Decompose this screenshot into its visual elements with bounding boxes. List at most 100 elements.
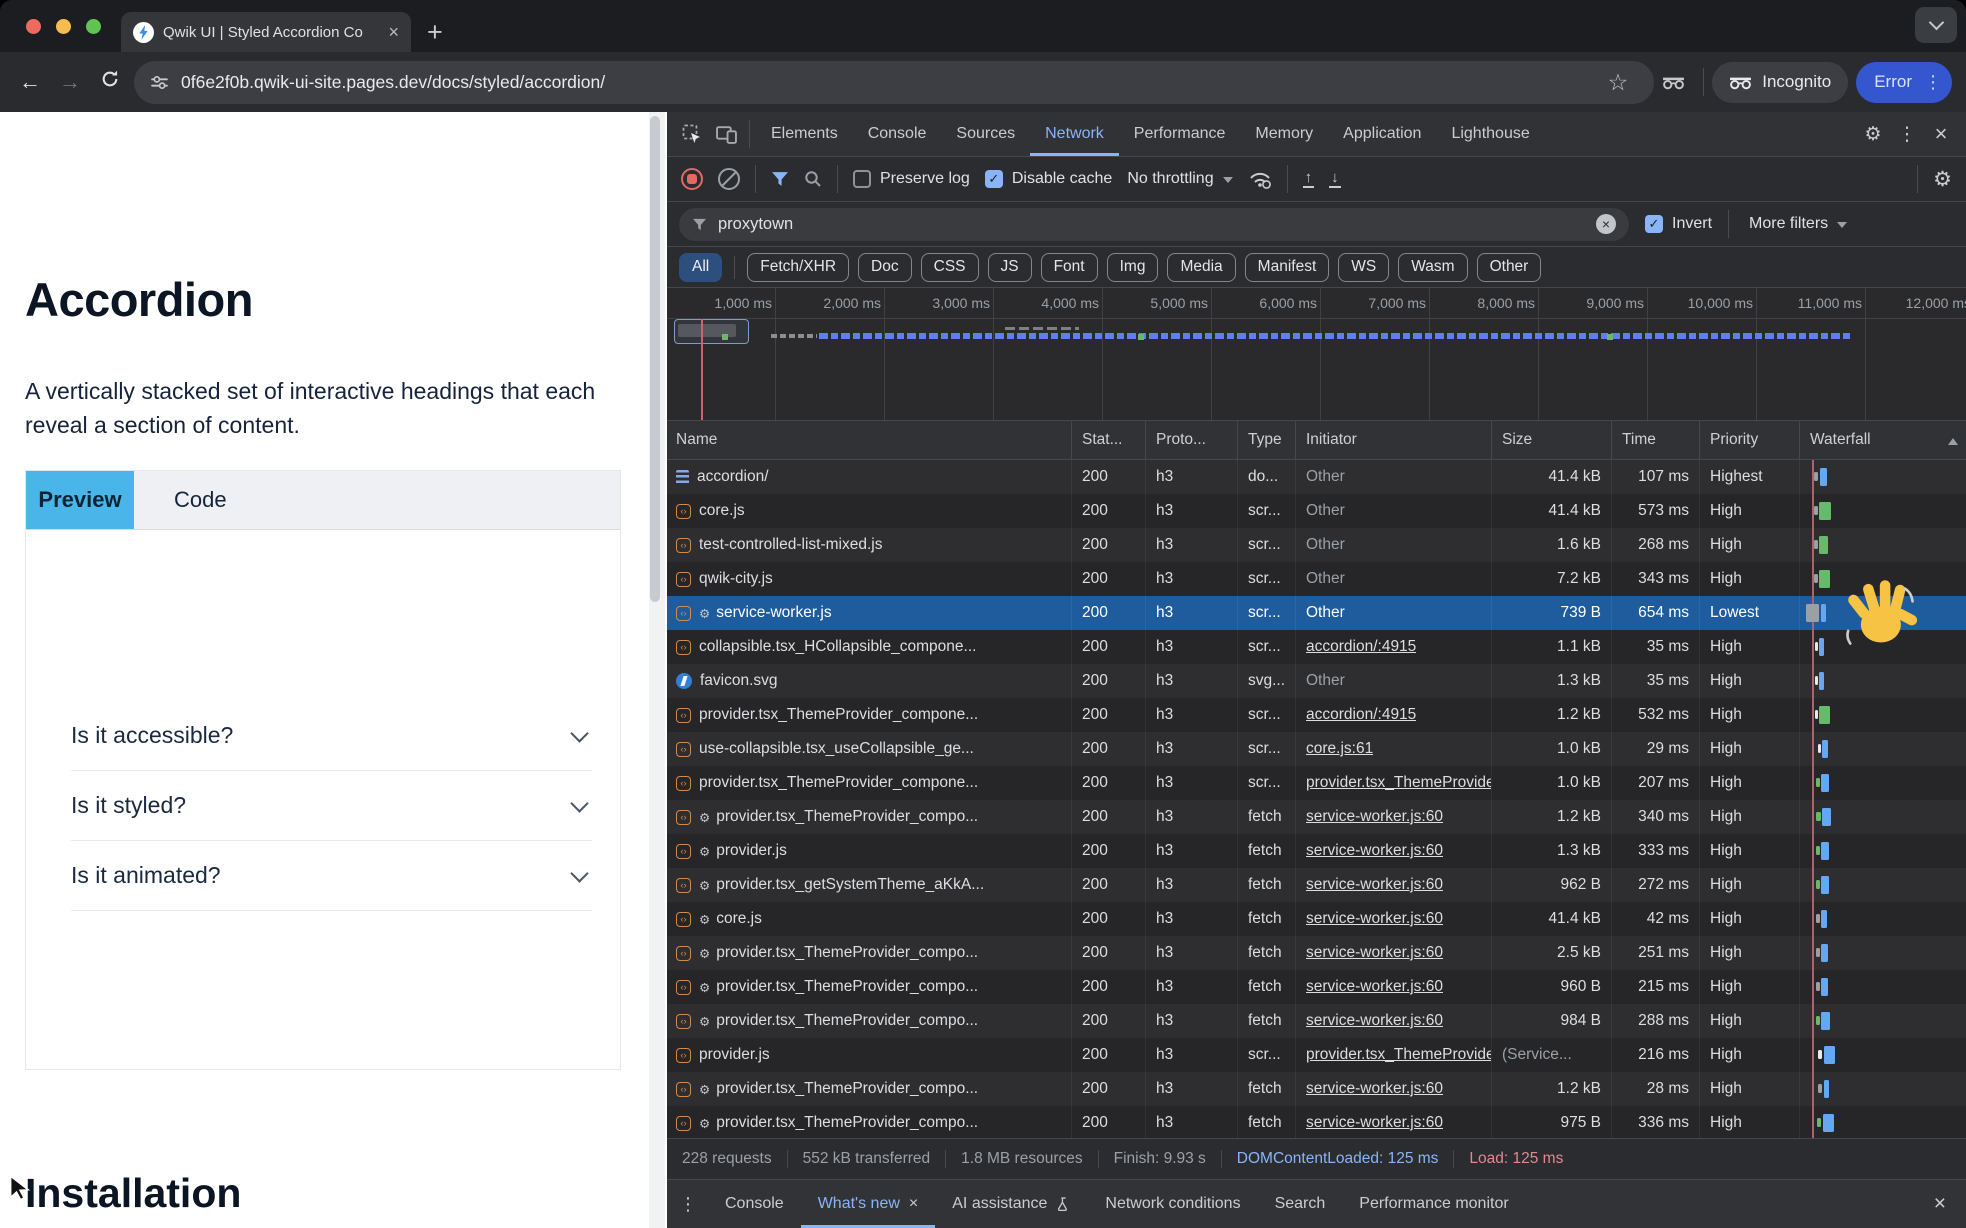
network-request-row[interactable]: ‹›collapsible.tsx_HCollapsible_compone..…	[667, 630, 1966, 664]
network-request-row[interactable]: ‹›test-controlled-list-mixed.js200h3scr.…	[667, 528, 1966, 562]
accordion-item-trigger[interactable]: Is it styled?	[71, 771, 592, 841]
filter-chip-media[interactable]: Media	[1167, 253, 1235, 282]
invert-filter-control[interactable]: ✓ Invert	[1645, 215, 1712, 233]
page-scrollbar-track[interactable]	[649, 112, 665, 1228]
address-bar[interactable]: 0f6e2f0b.qwik-ui-site.pages.dev/docs/sty…	[134, 61, 1654, 104]
devtools-tab-network[interactable]: Network	[1030, 112, 1119, 156]
initiator-link[interactable]: service-worker.js:60	[1306, 876, 1443, 894]
drawer-tab-console[interactable]: Console	[708, 1180, 801, 1228]
filter-funnel-icon[interactable]	[771, 171, 789, 187]
network-request-row[interactable]: ‹›⚙core.js200h3fetchservice-worker.js:60…	[667, 902, 1966, 936]
column-header-proto[interactable]: Proto...	[1146, 421, 1238, 459]
error-button[interactable]: Error ⋮	[1856, 62, 1952, 103]
inspect-element-icon[interactable]	[675, 124, 709, 144]
network-request-row[interactable]: ‹›qwik-city.js200h3scr...Other7.2 kB343 …	[667, 562, 1966, 596]
drawer-tab-what-s-new[interactable]: What's new×	[801, 1180, 936, 1228]
initiator-link[interactable]: service-worker.js:60	[1306, 910, 1443, 928]
browser-menu-icon[interactable]: ⋮	[1924, 72, 1942, 93]
network-overview[interactable]: 1,000 ms2,000 ms3,000 ms4,000 ms5,000 ms…	[667, 288, 1966, 421]
accordion-item-trigger[interactable]: Is it accessible?	[71, 701, 592, 771]
filter-chip-fetch-xhr[interactable]: Fetch/XHR	[747, 253, 849, 282]
network-request-row[interactable]: ‹›⚙service-worker.js200h3scr...Other739 …	[667, 596, 1966, 630]
column-header-type[interactable]: Type	[1238, 421, 1296, 459]
devtools-tab-sources[interactable]: Sources	[941, 112, 1030, 156]
network-request-row[interactable]: ‹›provider.tsx_ThemeProvider_compone...2…	[667, 766, 1966, 800]
reload-button[interactable]	[94, 69, 126, 95]
devtools-tab-console[interactable]: Console	[853, 112, 942, 156]
devtools-close-icon[interactable]: ×	[1924, 123, 1958, 145]
more-filters-button[interactable]: More filters	[1749, 215, 1847, 233]
initiator-link[interactable]: service-worker.js:60	[1306, 1114, 1443, 1132]
tab-close-icon[interactable]: ×	[386, 23, 401, 41]
initiator-link[interactable]: provider.tsx_ThemeProvider_com	[1306, 1046, 1491, 1064]
filter-chip-all[interactable]: All	[679, 253, 722, 282]
initiator-link[interactable]: service-worker.js:60	[1306, 808, 1443, 826]
record-network-log-button[interactable]	[681, 168, 703, 190]
clear-filter-icon[interactable]: ×	[1596, 214, 1616, 234]
initiator-link[interactable]: service-worker.js:60	[1306, 842, 1443, 860]
tab-code[interactable]: Code	[134, 471, 267, 529]
drawer-tab-ai-assistance[interactable]: AI assistance	[935, 1180, 1088, 1228]
throttling-select[interactable]: No throttling	[1127, 170, 1232, 188]
disable-cache-control[interactable]: ✓ Disable cache	[985, 170, 1113, 188]
devtools-tab-performance[interactable]: Performance	[1119, 112, 1241, 156]
initiator-link[interactable]: provider.tsx_ThemeProvider_com	[1306, 774, 1491, 792]
devtools-tab-lighthouse[interactable]: Lighthouse	[1436, 112, 1544, 156]
disable-cache-checkbox[interactable]: ✓	[985, 170, 1003, 188]
column-header-time[interactable]: Time	[1612, 421, 1700, 459]
network-request-row[interactable]: ‹›⚙provider.tsx_getSystemTheme_aKkA...20…	[667, 868, 1966, 902]
drawer-close-icon[interactable]: ×	[1934, 1192, 1954, 1216]
filter-chip-css[interactable]: CSS	[921, 253, 979, 282]
network-conditions-icon[interactable]	[1248, 170, 1272, 189]
network-request-row[interactable]: ‹›use-collapsible.tsx_useCollapsible_ge.…	[667, 732, 1966, 766]
drawer-tab-network-conditions[interactable]: Network conditions	[1088, 1180, 1257, 1228]
close-icon[interactable]: ×	[909, 1195, 918, 1213]
tab-preview[interactable]: Preview	[26, 471, 134, 529]
filter-chip-ws[interactable]: WS	[1338, 253, 1389, 282]
profile-incognito-icon[interactable]	[1652, 75, 1695, 90]
filter-chip-img[interactable]: Img	[1107, 253, 1159, 282]
network-request-row[interactable]: ‹›⚙provider.tsx_ThemeProvider_compo...20…	[667, 800, 1966, 834]
zoom-window-button[interactable]	[86, 19, 101, 34]
network-request-row[interactable]: ‹›provider.js200h3scr...provider.tsx_The…	[667, 1038, 1966, 1072]
filter-chip-font[interactable]: Font	[1041, 253, 1098, 282]
device-toolbar-icon[interactable]	[709, 125, 743, 144]
devtools-tab-application[interactable]: Application	[1328, 112, 1436, 156]
export-har-icon[interactable]: ↓	[1329, 170, 1341, 189]
filter-chip-other[interactable]: Other	[1477, 253, 1542, 282]
drawer-tab-performance-monitor[interactable]: Performance monitor	[1342, 1180, 1525, 1228]
site-settings-icon[interactable]	[150, 73, 169, 92]
initiator-link[interactable]: core.js:61	[1306, 740, 1373, 758]
column-header-waterfall[interactable]: Waterfall	[1800, 421, 1966, 459]
filter-chip-doc[interactable]: Doc	[858, 253, 912, 282]
drawer-tab-search[interactable]: Search	[1258, 1180, 1343, 1228]
column-header-initiator[interactable]: Initiator	[1296, 421, 1492, 459]
filter-input[interactable]: proxytown ×	[679, 208, 1629, 241]
network-request-row[interactable]: ‹›⚙provider.js200h3fetchservice-worker.j…	[667, 834, 1966, 868]
initiator-link[interactable]: service-worker.js:60	[1306, 1080, 1443, 1098]
filter-chip-manifest[interactable]: Manifest	[1245, 253, 1330, 282]
column-header-size[interactable]: Size	[1492, 421, 1612, 459]
search-icon[interactable]	[804, 170, 822, 188]
devtools-tab-elements[interactable]: Elements	[756, 112, 853, 156]
initiator-link[interactable]: accordion/:4915	[1306, 706, 1416, 724]
initiator-link[interactable]: service-worker.js:60	[1306, 944, 1443, 962]
network-request-row[interactable]: ‹›⚙provider.tsx_ThemeProvider_compo...20…	[667, 1004, 1966, 1038]
new-tab-button[interactable]: +	[427, 19, 443, 46]
minimize-window-button[interactable]	[56, 19, 71, 34]
clear-network-log-icon[interactable]	[718, 168, 740, 190]
network-request-row[interactable]: ‹›⚙provider.tsx_ThemeProvider_compo...20…	[667, 1072, 1966, 1106]
back-button[interactable]: ←	[14, 69, 46, 95]
initiator-link[interactable]: service-worker.js:60	[1306, 978, 1443, 996]
column-header-stat[interactable]: Stat...	[1072, 421, 1146, 459]
browser-tab[interactable]: Qwik UI | Styled Accordion Co ×	[121, 12, 411, 52]
network-request-row[interactable]: ‹›provider.tsx_ThemeProvider_compone...2…	[667, 698, 1966, 732]
devtools-menu-icon[interactable]: ⋮	[1890, 125, 1924, 144]
network-request-row[interactable]: ‹›⚙provider.tsx_ThemeProvider_compo...20…	[667, 1106, 1966, 1138]
tab-search-button[interactable]	[1915, 7, 1957, 43]
network-request-row[interactable]: ‹›⚙provider.tsx_ThemeProvider_compo...20…	[667, 970, 1966, 1004]
devtools-settings-gear-icon[interactable]: ⚙	[1856, 125, 1890, 144]
network-request-row[interactable]: ‹›core.js200h3scr...Other41.4 kB573 msHi…	[667, 494, 1966, 528]
invert-checkbox[interactable]: ✓	[1645, 215, 1663, 233]
accordion-item-trigger[interactable]: Is it animated?	[71, 841, 592, 911]
